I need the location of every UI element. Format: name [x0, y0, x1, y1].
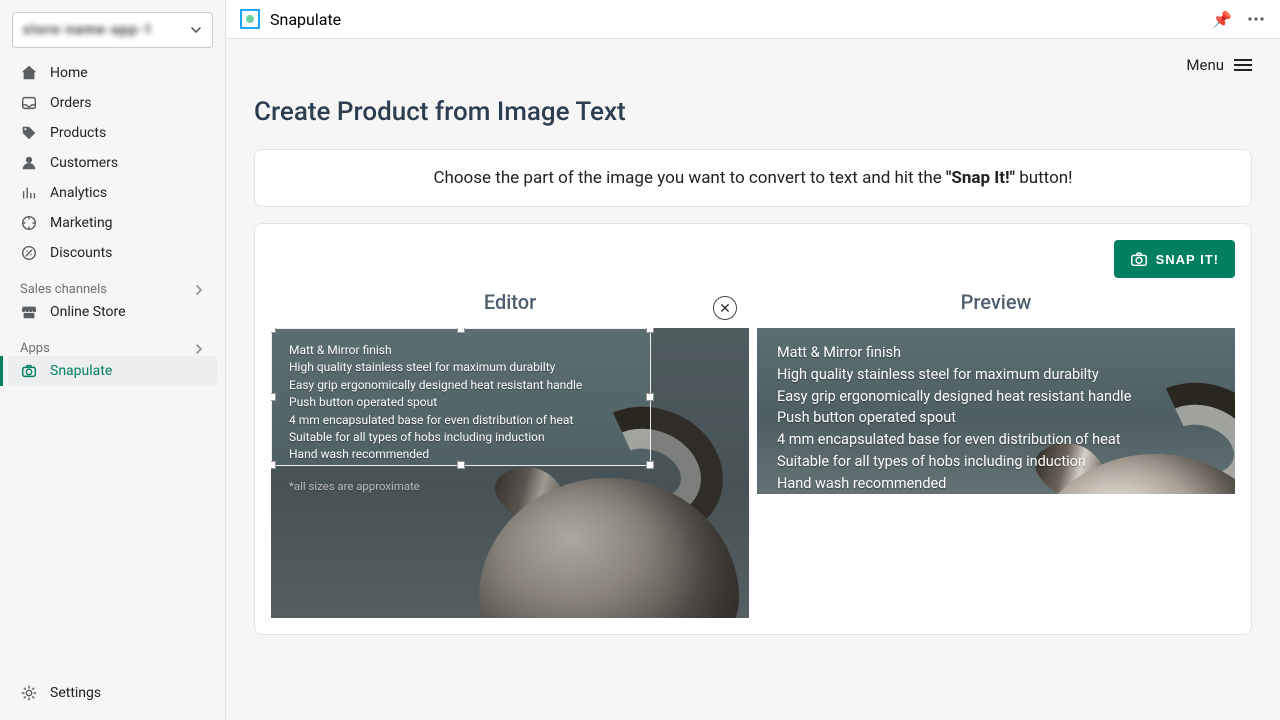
- nav-label: Customers: [50, 155, 118, 171]
- banner-text-bold: "Snap It!": [946, 168, 1015, 188]
- banner-text-post: button!: [1015, 168, 1073, 188]
- page-title: Create Product from Image Text: [254, 97, 1252, 127]
- nav-settings[interactable]: Settings: [8, 678, 217, 708]
- section-label: Apps: [20, 341, 50, 356]
- menu-label: Menu: [1186, 56, 1224, 74]
- snap-button-label: SNAP IT!: [1156, 252, 1219, 267]
- store-name-blurred: store-name-app-1: [23, 22, 153, 38]
- person-icon: [20, 154, 38, 172]
- crop-handle-br[interactable]: [646, 461, 654, 469]
- nav-orders[interactable]: Orders: [8, 88, 217, 118]
- nav-discounts[interactable]: Discounts: [8, 238, 217, 268]
- nav-analytics[interactable]: Analytics: [8, 178, 217, 208]
- editor-pane: Editor ✕ Matt & Mirror finish High quali…: [271, 290, 749, 618]
- gear-icon: [20, 684, 38, 702]
- clear-crop-button[interactable]: ✕: [713, 296, 737, 320]
- app-logo: [240, 9, 260, 29]
- chevron-right-icon: [193, 284, 205, 296]
- nav-snapulate[interactable]: Snapulate: [8, 356, 217, 386]
- sales-channels-section[interactable]: Sales channels: [8, 282, 217, 297]
- nav-products[interactable]: Products: [8, 118, 217, 148]
- pin-icon[interactable]: 📌: [1212, 10, 1232, 29]
- crop-handle-tl[interactable]: [271, 328, 276, 333]
- nav-label: Products: [50, 125, 106, 141]
- nav-label: Online Store: [50, 304, 126, 320]
- analytics-icon: [20, 184, 38, 202]
- crop-handle-bm[interactable]: [457, 461, 465, 469]
- chevron-right-icon: [193, 343, 205, 355]
- editor-card: SNAP IT! Editor ✕ Mat: [254, 223, 1252, 635]
- crop-handle-ml[interactable]: [271, 393, 276, 401]
- nav-label: Marketing: [50, 215, 113, 231]
- nav-label: Snapulate: [50, 363, 112, 379]
- snap-it-button[interactable]: SNAP IT!: [1114, 240, 1235, 278]
- crop-handle-mr[interactable]: [646, 393, 654, 401]
- inbox-icon: [20, 94, 38, 112]
- preview-overlay-text: Matt & Mirror finish High quality stainl…: [777, 342, 1131, 494]
- instruction-banner: Choose the part of the image you want to…: [254, 149, 1252, 207]
- store-icon: [20, 303, 38, 321]
- nav-customers[interactable]: Customers: [8, 148, 217, 178]
- section-label: Sales channels: [20, 282, 107, 297]
- banner-text-pre: Choose the part of the image you want to…: [433, 168, 946, 188]
- topbar: Snapulate 📌: [226, 0, 1280, 39]
- target-icon: [20, 214, 38, 232]
- app-name: Snapulate: [270, 10, 341, 29]
- store-selector[interactable]: store-name-app-1: [12, 12, 213, 48]
- main-content: Snapulate 📌 Menu Create Product from Ima…: [226, 0, 1280, 720]
- nav-marketing[interactable]: Marketing: [8, 208, 217, 238]
- preview-pane: Preview Matt & Mirror finish High qualit…: [757, 290, 1235, 618]
- app-menubar: Menu: [226, 39, 1280, 91]
- crop-handle-bl[interactable]: [271, 461, 276, 469]
- nav-label: Analytics: [50, 185, 107, 201]
- close-icon: ✕: [719, 300, 731, 317]
- nav-label: Orders: [50, 95, 92, 111]
- sidebar: store-name-app-1 Home Orders Products Cu…: [0, 0, 226, 720]
- camera-icon: [1130, 250, 1148, 268]
- chevron-down-icon: [190, 24, 202, 36]
- discount-icon: [20, 244, 38, 262]
- nav-online-store[interactable]: Online Store: [8, 297, 217, 327]
- crop-handle-tm[interactable]: [457, 328, 465, 333]
- preview-title: Preview: [757, 290, 1235, 314]
- editor-title: Editor: [271, 290, 749, 314]
- nav-label: Discounts: [50, 245, 112, 261]
- crop-handle-tr[interactable]: [646, 328, 654, 333]
- crop-selection[interactable]: [271, 328, 651, 466]
- editor-image[interactable]: Matt & Mirror finish High quality stainl…: [271, 328, 749, 618]
- more-icon[interactable]: [1246, 9, 1266, 29]
- nav-home[interactable]: Home: [8, 58, 217, 88]
- preview-image: Matt & Mirror finish High quality stainl…: [757, 328, 1235, 494]
- nav-label: Settings: [50, 685, 101, 701]
- camera-icon: [20, 362, 38, 380]
- home-icon: [20, 64, 38, 82]
- apps-section[interactable]: Apps: [8, 341, 217, 356]
- tag-icon: [20, 124, 38, 142]
- nav-label: Home: [50, 65, 88, 81]
- hamburger-icon[interactable]: [1234, 59, 1252, 71]
